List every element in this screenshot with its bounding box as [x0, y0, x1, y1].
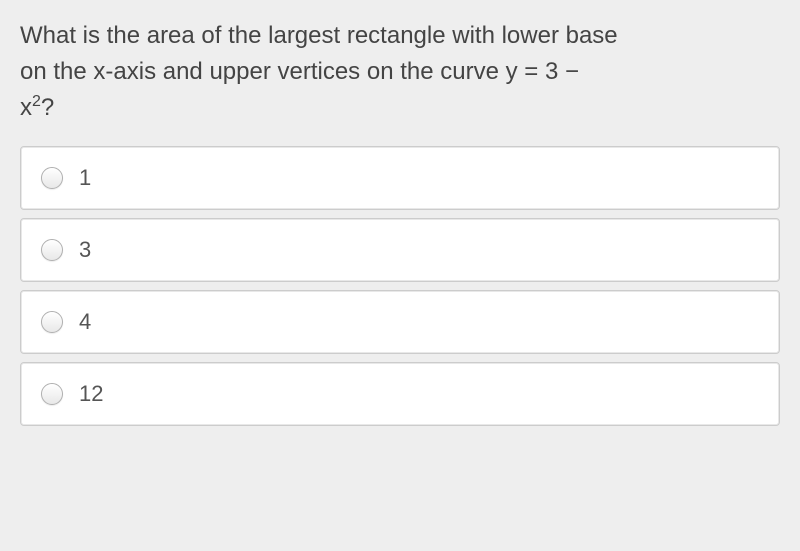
question-line-2: on the x-axis and upper vertices on the … — [20, 58, 579, 85]
option-4[interactable]: 12 — [20, 362, 780, 426]
radio-icon — [41, 311, 63, 333]
question-line-3-part1: x — [20, 94, 32, 121]
radio-icon — [41, 167, 63, 189]
option-1[interactable]: 1 — [20, 146, 780, 210]
question-superscript: 2 — [32, 93, 41, 110]
option-2[interactable]: 3 — [20, 218, 780, 282]
option-label: 1 — [79, 165, 91, 191]
option-label: 3 — [79, 237, 91, 263]
option-label: 4 — [79, 309, 91, 335]
question-text: What is the area of the largest rectangl… — [20, 18, 780, 126]
options-container: 1 3 4 12 — [20, 146, 780, 426]
question-line-3-part2: ? — [41, 94, 54, 121]
radio-icon — [41, 383, 63, 405]
question-line-1: What is the area of the largest rectangl… — [20, 22, 618, 49]
radio-icon — [41, 239, 63, 261]
option-label: 12 — [79, 381, 103, 407]
option-3[interactable]: 4 — [20, 290, 780, 354]
